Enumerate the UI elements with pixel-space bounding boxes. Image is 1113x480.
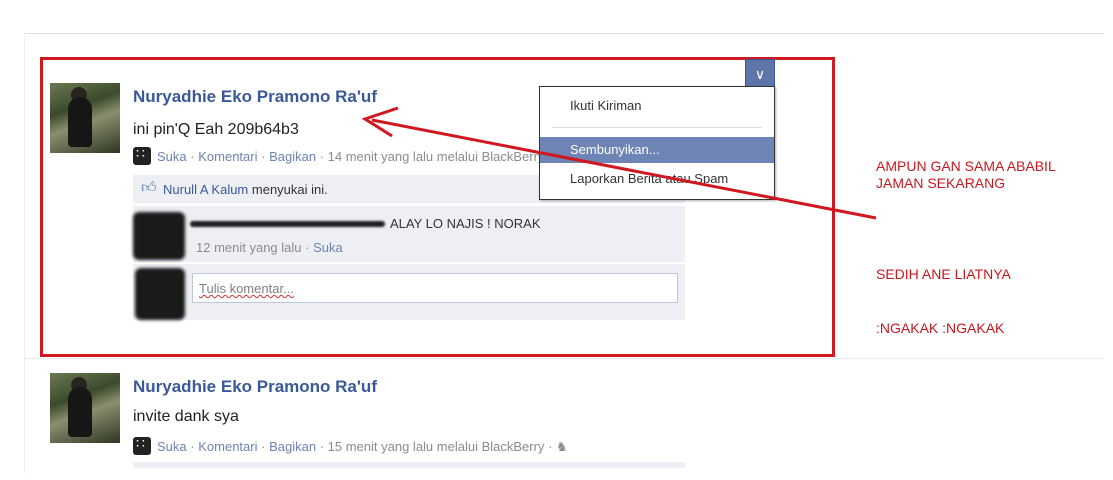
- annotation-text-4: :NGAKAK :NGAKAK: [876, 320, 1005, 336]
- share-link[interactable]: Bagikan: [269, 439, 316, 454]
- meta-separator: ·: [190, 439, 195, 454]
- post-meta: Suka · Komentari · Bagikan · 15 menit ya…: [133, 435, 568, 455]
- arrow-shaft: [371, 118, 877, 220]
- annotation-text-3: SEDIH ANE LIATNYA: [876, 266, 1011, 282]
- friends-icon[interactable]: ♞: [556, 439, 568, 454]
- blackberry-icon: [133, 435, 151, 455]
- annotation-text-2: JAMAN SEKARANG: [876, 175, 1006, 191]
- meta-separator: ·: [261, 439, 266, 454]
- post-message: invite dank sya: [133, 408, 239, 425]
- post-separator: [24, 358, 1104, 359]
- post-author-name[interactable]: Nuryadhie Eko Pramono Ra'uf: [133, 377, 377, 397]
- avatar-person: [68, 387, 92, 437]
- comment-link[interactable]: Komentari: [198, 439, 257, 454]
- meta-separator: ·: [548, 439, 553, 454]
- annotation-text-1: AMPUN GAN SAMA ABABIL: [876, 158, 1056, 174]
- like-link[interactable]: Suka: [157, 439, 187, 454]
- post-2-footer-bar: [133, 462, 685, 468]
- author-avatar[interactable]: [50, 373, 120, 443]
- post-timestamp[interactable]: 15 menit yang lalu melalui BlackBerry: [328, 439, 545, 454]
- meta-separator: ·: [319, 439, 325, 454]
